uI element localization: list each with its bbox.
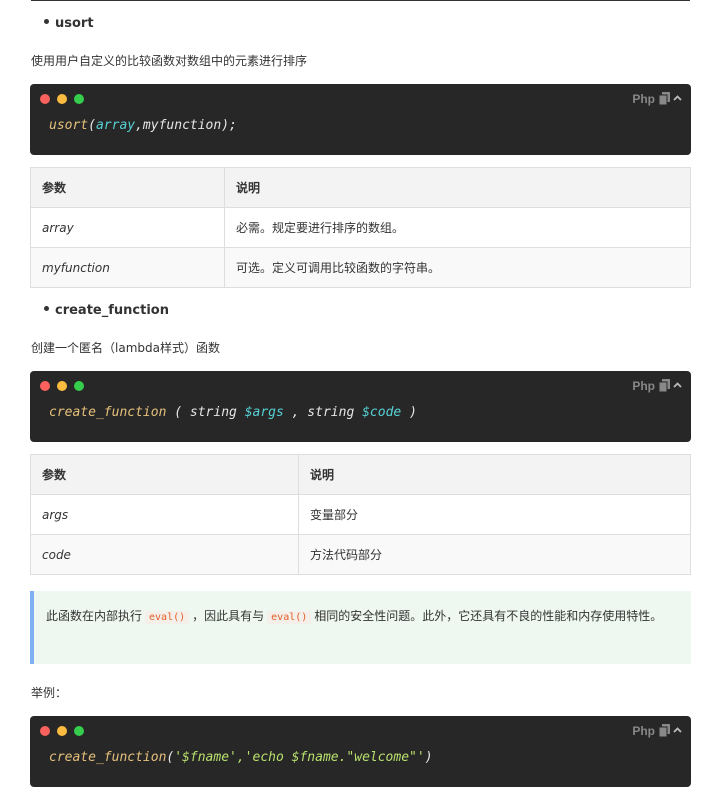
window-dots — [40, 726, 84, 736]
param-name: myfunction — [30, 247, 225, 288]
red-dot-icon — [40, 726, 50, 736]
copy-icon[interactable] — [659, 92, 670, 105]
red-dot-icon — [40, 381, 50, 391]
code-block: Php create_function('$fname','echo $fnam… — [30, 716, 691, 787]
copy-icon[interactable] — [659, 724, 670, 737]
window-dots — [40, 94, 84, 104]
code-language-label: Php — [632, 724, 655, 738]
red-dot-icon — [40, 94, 50, 104]
code-line: create_function('$fname','echo $fname."w… — [49, 750, 433, 765]
table-header-row: 参数 说明 — [30, 167, 691, 208]
table-header: 参数 — [30, 167, 225, 208]
table-row: array 必需。规定要进行排序的数组。 — [30, 207, 691, 248]
param-name: args — [30, 494, 299, 535]
table-header: 说明 — [224, 167, 691, 208]
warning-note: 此函数在内部执行 eval() ，因此具有与 eval() 相同的安全性问题。此外，它还… — [30, 591, 691, 664]
chevron-up-icon[interactable] — [673, 94, 682, 103]
copy-icon[interactable] — [659, 379, 670, 392]
table-row: code 方法代码部分 — [30, 534, 691, 575]
param-description: 变量部分 — [298, 494, 691, 535]
inline-code: eval() — [145, 611, 190, 624]
table-header: 参数 — [30, 454, 299, 495]
section-description: 创建一个匿名（lambda样式）函数 — [31, 341, 220, 355]
note-text: 此函数在内部执行 eval() ，因此具有与 eval() 相同的安全性问题。此外，它还… — [46, 609, 663, 624]
green-dot-icon — [74, 381, 84, 391]
section-description: 使用用户自定义的比较函数对数组中的元素进行排序 — [31, 54, 308, 68]
green-dot-icon — [74, 94, 84, 104]
yellow-dot-icon — [57, 94, 67, 104]
bullet-icon — [44, 19, 49, 24]
code-line: usort(array,myfunction); — [49, 118, 237, 133]
parameters-table: 参数 说明 array 必需。规定要进行排序的数组。 myfunction 可选… — [30, 167, 691, 288]
yellow-dot-icon — [57, 381, 67, 391]
param-description: 可选。定义可调用比较函数的字符串。 — [224, 247, 691, 288]
green-dot-icon — [74, 726, 84, 736]
param-name: array — [30, 207, 225, 248]
code-language-label: Php — [632, 379, 655, 393]
window-dots — [40, 381, 84, 391]
yellow-dot-icon — [57, 726, 67, 736]
parameters-table: 参数 说明 args 变量部分 code 方法代码部分 — [30, 454, 691, 575]
table-header-row: 参数 说明 — [30, 454, 691, 495]
section-heading-create-function: create_function — [44, 303, 169, 318]
code-block: Php create_function ( string $args , str… — [30, 371, 691, 442]
table-row: myfunction 可选。定义可调用比较函数的字符串。 — [30, 247, 691, 288]
section-heading-usort: usort — [44, 16, 94, 31]
table-header: 说明 — [298, 454, 691, 495]
param-description: 方法代码部分 — [298, 534, 691, 575]
param-name: code — [30, 534, 299, 575]
table-row: args 变量部分 — [30, 494, 691, 535]
example-label: 举例： — [31, 686, 68, 700]
bullet-icon — [44, 306, 49, 311]
inline-code: eval() — [267, 611, 312, 624]
top-divider — [31, 0, 690, 1]
chevron-up-icon[interactable] — [673, 381, 682, 390]
code-block: Php usort(array,myfunction); — [30, 84, 691, 155]
chevron-up-icon[interactable] — [673, 726, 682, 735]
code-language-label: Php — [632, 92, 655, 106]
code-line: create_function ( string $args , string … — [49, 405, 417, 420]
param-description: 必需。规定要进行排序的数组。 — [224, 207, 691, 248]
